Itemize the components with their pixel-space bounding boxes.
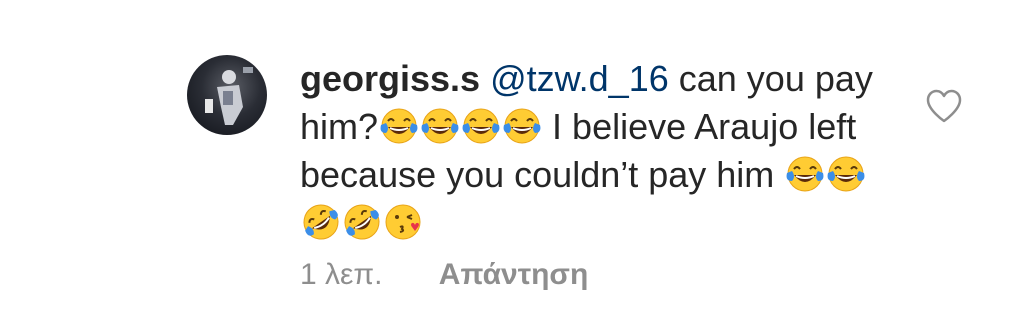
like-button[interactable]	[924, 88, 964, 124]
face-with-tears-of-joy-emoji-icon	[786, 156, 824, 192]
face-blowing-a-kiss-emoji-icon	[385, 204, 421, 240]
avatar[interactable]	[187, 55, 267, 135]
face-with-tears-of-joy-emoji-icon	[503, 108, 541, 144]
timestamp: 1 λεπ.	[300, 258, 383, 291]
heart-outline-icon	[926, 89, 962, 123]
mention-link[interactable]: @tzw.d_16	[490, 58, 669, 99]
reply-button[interactable]: Απάντηση	[439, 258, 589, 291]
rolling-on-the-floor-laughing-emoji-icon	[303, 204, 339, 240]
emoji-group-1	[378, 106, 542, 147]
face-with-tears-of-joy-emoji-icon	[421, 108, 459, 144]
face-with-tears-of-joy-emoji-icon	[380, 108, 418, 144]
face-with-tears-of-joy-emoji-icon	[462, 108, 500, 144]
username-link[interactable]: georgiss.s	[300, 58, 480, 99]
rolling-on-the-floor-laughing-emoji-icon	[344, 204, 380, 240]
comment: georgiss.s @tzw.d_16 can you pay him? I …	[0, 0, 1024, 317]
face-with-tears-of-joy-emoji-icon	[827, 156, 865, 192]
comment-meta: 1 λεπ. Απάντηση	[300, 258, 588, 292]
comment-text: georgiss.s @tzw.d_16 can you pay him? I …	[300, 55, 900, 247]
